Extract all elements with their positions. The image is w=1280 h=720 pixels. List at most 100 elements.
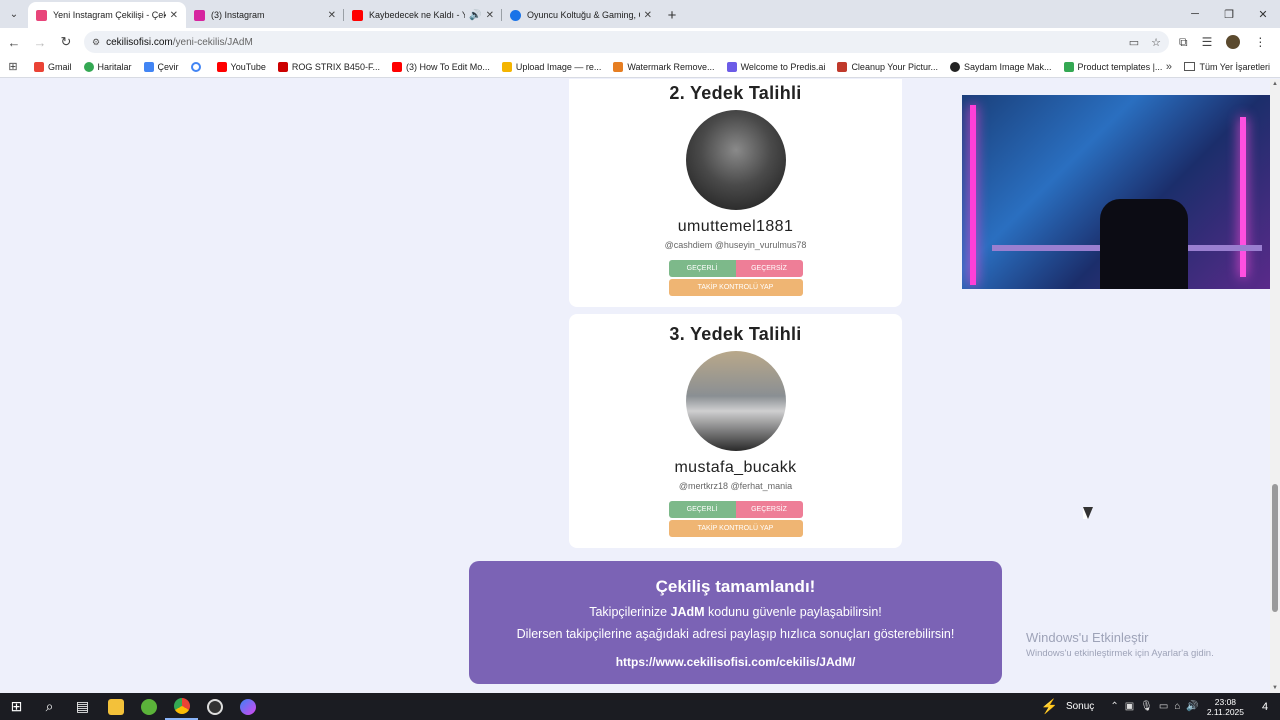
card-icon[interactable]: ▭	[1129, 36, 1139, 49]
new-tab-button[interactable]: +	[660, 2, 684, 28]
speaker-icon[interactable]: 🔊	[469, 10, 481, 21]
tray-app-icon[interactable]: ▣	[1125, 701, 1134, 712]
translate-icon	[143, 61, 154, 72]
bookmark-saydam[interactable]: Saydam Image Mak...	[950, 61, 1052, 72]
windows-start-icon[interactable]: ⊞	[0, 693, 33, 720]
all-bookmarks-folder[interactable]: Tüm Yer İşaretleri	[1184, 62, 1270, 72]
close-icon[interactable]: ✕	[486, 10, 494, 21]
utorrent-icon[interactable]	[132, 693, 165, 720]
clock[interactable]: 23:08 2.11.2025	[1207, 697, 1244, 717]
winner-title: 2. Yedek Talihli	[669, 83, 802, 103]
scroll-down-icon[interactable]: ▼	[1272, 685, 1278, 691]
scroll-up-icon[interactable]: ▲	[1272, 81, 1278, 87]
page-scrollbar[interactable]: ▲ ▼	[1270, 79, 1280, 693]
maps-icon	[83, 61, 94, 72]
completion-banner: Çekiliş tamamlandı! Takipçilerinize JAdM…	[469, 561, 1002, 684]
bookmark-cleanup[interactable]: Cleanup Your Pictur...	[837, 61, 938, 72]
bookmark-howto[interactable]: (3) How To Edit Mo...	[391, 61, 490, 72]
url-path: /yeni-cekilis/JAdM	[172, 36, 253, 48]
weather-icon: ⚡	[1040, 698, 1058, 714]
mouse-cursor-icon	[1083, 507, 1093, 519]
cleanup-icon	[837, 61, 848, 72]
valid-button[interactable]: GEÇERLİ	[668, 501, 736, 518]
tab-youtube[interactable]: Kaybedecek ne Kaldı - YouTube 🔊 ✕	[344, 2, 502, 28]
results-link[interactable]: https://www.cekilisofisi.com/cekilis/JAd…	[469, 655, 1002, 669]
predis-icon	[726, 61, 737, 72]
notification-icon[interactable]: 4	[1254, 696, 1276, 718]
winner-title: 3. Yedek Talihli	[669, 324, 802, 344]
bookmark-product-templates[interactable]: Product templates |...	[1063, 61, 1162, 72]
tab-title: Oyuncu Koltuğu & Gaming, Ga...	[527, 10, 640, 20]
youtube-icon	[391, 61, 402, 72]
invalid-button[interactable]: GEÇERSİZ	[735, 501, 803, 518]
forward-icon[interactable]: →	[28, 30, 52, 54]
network-icon[interactable]: ⌂	[1174, 701, 1180, 712]
clock-date: 2.11.2025	[1206, 706, 1244, 717]
bookmark-watermark[interactable]: Watermark Remove...	[613, 61, 715, 72]
tab-gaming-chair[interactable]: Oyuncu Koltuğu & Gaming, Ga... ✕	[502, 2, 660, 28]
follow-check-button[interactable]: TAKİP KONTROLÜ YAP	[668, 279, 803, 296]
google-icon	[190, 61, 201, 72]
microphone-icon[interactable]: 🎙	[1140, 701, 1153, 712]
show-hidden-icons-icon[interactable]: ⌃	[1110, 701, 1118, 712]
system-tray: ⚡ Sonuç ⌃ ▣ 🎙 ▭ ⌂ 🔊 23:08 2.11.2025 4	[1041, 693, 1280, 720]
weather-widget[interactable]: ⚡ Sonuç	[1041, 698, 1095, 715]
menu-icon[interactable]: ⋮	[1254, 35, 1266, 49]
apps-grid-icon[interactable]: ⊞	[0, 60, 26, 73]
chrome-icon[interactable]	[165, 693, 198, 720]
scrollbar-thumb[interactable]	[1272, 484, 1278, 612]
close-window-icon[interactable]: ✕	[1246, 0, 1280, 28]
url-bar[interactable]: ⚙ cekilisofisi.com/yeni-cekilis/JAdM ▭ ☆	[84, 31, 1169, 53]
bookmark-upload-image[interactable]: Upload Image — re...	[501, 61, 601, 72]
upload-icon	[501, 61, 512, 72]
tab-instagram[interactable]: (3) Instagram ✕	[186, 2, 344, 28]
site-info-icon[interactable]: ⚙	[92, 37, 100, 48]
gmail-icon	[34, 61, 44, 72]
reload-icon[interactable]: ↻	[54, 30, 78, 54]
extensions-icon[interactable]: ⧉	[1179, 35, 1188, 50]
bookmark-google[interactable]	[190, 61, 205, 72]
display-icon[interactable]: ▭	[1159, 701, 1168, 712]
close-icon[interactable]: ✕	[328, 10, 336, 21]
taskbar: ⊞ ⌕ ▤ ⚡ Sonuç ⌃ ▣ 🎙 ▭ ⌂ 🔊 23:08 2.11.2025…	[0, 693, 1280, 720]
reading-list-icon[interactable]: ☰	[1202, 35, 1213, 49]
minimize-icon[interactable]: ─	[1178, 0, 1212, 28]
obs-icon[interactable]	[198, 693, 231, 720]
winner-username: mustafa_bucakk	[674, 459, 797, 476]
bookmark-youtube[interactable]: YouTube	[216, 61, 266, 72]
checkmark-icon	[510, 9, 521, 21]
follow-check-button[interactable]: TAKİP KONTROLÜ YAP	[668, 520, 803, 537]
bookmark-rog[interactable]: ROG STRIX B450-F...	[277, 61, 380, 72]
bookmark-gmail[interactable]: Gmail	[34, 61, 72, 72]
search-icon[interactable]: ⌕	[33, 693, 66, 720]
completion-code-line: Takipçilerinize JAdM kodunu güvenle payl…	[589, 605, 882, 619]
bookmarks-bar: ⊞ Gmail Haritalar Çevir YouTube ROG STRI…	[0, 56, 1280, 78]
windows-activation-watermark: Windows'u Etkinleştir Windows'u etkinleş…	[1026, 630, 1214, 659]
more-bookmarks-icon[interactable]: »	[1166, 61, 1172, 73]
file-explorer-icon[interactable]	[99, 693, 132, 720]
profile-avatar[interactable]	[1226, 35, 1241, 49]
drive-icon	[1063, 61, 1074, 72]
bookmark-maps[interactable]: Haritalar	[83, 61, 132, 72]
tab-title: Kaybedecek ne Kaldı - YouTube	[369, 10, 466, 20]
page-content: 2. Yedek Talihli umuttemel1881 @cashdiem…	[0, 79, 1270, 693]
tab-cekilis[interactable]: Yeni Instagram Çekilişi - Çekiliş ✕	[28, 2, 186, 28]
close-icon[interactable]: ✕	[644, 10, 652, 21]
messenger-icon[interactable]	[231, 693, 264, 720]
winner-username: umuttemel1881	[677, 218, 794, 235]
restore-icon[interactable]: ❐	[1212, 0, 1246, 28]
task-view-icon[interactable]: ▤	[66, 693, 99, 720]
invalid-button[interactable]: GEÇERSİZ	[735, 260, 803, 277]
tab-search-chevron-icon[interactable]: ⌄	[0, 0, 28, 28]
star-icon[interactable]: ☆	[1151, 36, 1161, 49]
volume-icon[interactable]: 🔊	[1186, 701, 1198, 712]
bookmark-translate[interactable]: Çevir	[143, 61, 179, 72]
bookmark-predis[interactable]: Welcome to Predis.ai	[726, 61, 825, 72]
valid-button[interactable]: GEÇERLİ	[668, 260, 736, 277]
back-icon[interactable]: ←	[2, 30, 26, 54]
youtube-icon	[216, 61, 227, 72]
tab-strip: ⌄ Yeni Instagram Çekilişi - Çekiliş ✕ (3…	[0, 0, 1280, 28]
saydam-icon	[950, 61, 960, 72]
address-toolbar: ← → ↻ ⚙ cekilisofisi.com/yeni-cekilis/JA…	[0, 28, 1280, 56]
close-icon[interactable]: ✕	[170, 10, 178, 21]
